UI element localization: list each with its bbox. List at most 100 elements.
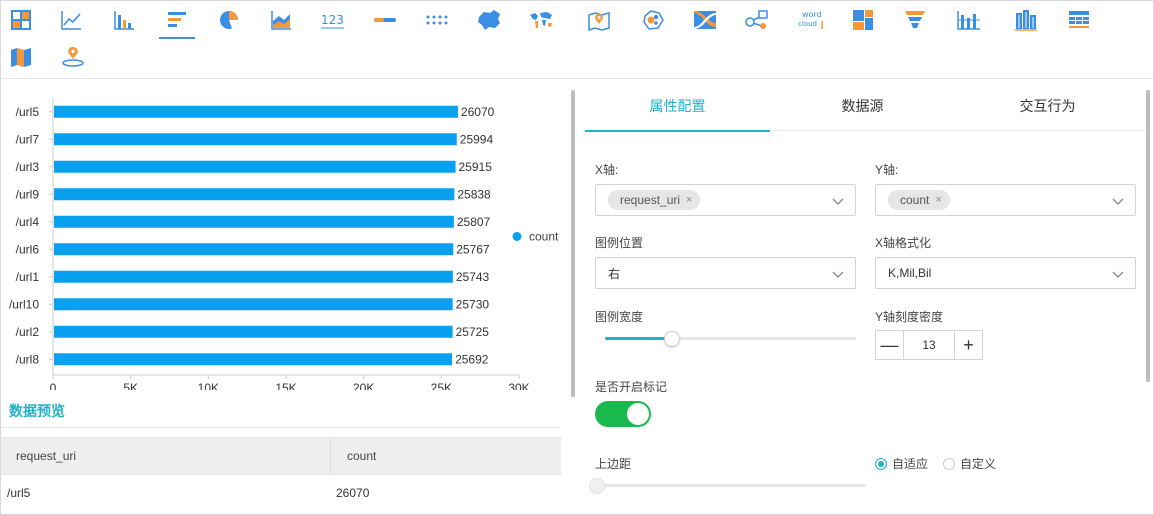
legend-position-label: 图例位置	[595, 236, 644, 250]
chevron-down-icon	[832, 198, 844, 205]
legend-position-value: 右	[608, 266, 621, 281]
table-icon[interactable]	[1, 2, 41, 38]
x-format-label: X轴格式化	[875, 236, 932, 250]
x-axis-select[interactable]: request_uri ×	[595, 184, 856, 216]
bar	[54, 298, 453, 311]
y-tick-label: /url7	[16, 132, 40, 146]
slider-handle[interactable]	[589, 478, 605, 494]
x-format-select[interactable]: K,Mil,Bil	[875, 257, 1136, 289]
dots-icon[interactable]	[417, 2, 457, 38]
slider-fill	[605, 337, 672, 340]
area-chart-icon[interactable]	[261, 2, 301, 38]
chevron-down-icon	[1112, 198, 1124, 205]
slider-handle[interactable]	[664, 331, 680, 347]
radio-auto[interactable]: 自适应	[875, 455, 928, 472]
bar	[54, 215, 454, 228]
radio-dot	[875, 457, 887, 470]
world-map-icon[interactable]	[521, 2, 561, 38]
data-label: 26070	[461, 105, 495, 119]
line-chart-icon[interactable]	[51, 2, 91, 38]
horizontal-bar-icon[interactable]	[157, 2, 197, 39]
svg-text:123: 123	[321, 13, 344, 27]
region-map-icon[interactable]	[1, 39, 41, 75]
decrement-button[interactable]: —	[876, 331, 903, 359]
bar	[54, 270, 453, 283]
y-tick-label: /url8	[16, 352, 40, 366]
y-tick-label: /url3	[16, 160, 40, 174]
radio-custom-label: 自定义	[960, 457, 997, 471]
left-scrollbar[interactable]	[571, 90, 575, 397]
flow-map-icon[interactable]	[685, 2, 725, 38]
marker-label: 是否开启标记	[595, 380, 668, 394]
x-tick-label: 20K	[353, 381, 374, 390]
data-label: 25915	[459, 160, 493, 174]
bar	[54, 160, 456, 173]
bar	[54, 325, 453, 338]
column-header-request-uri[interactable]: request_uri	[1, 438, 331, 474]
column-header-count[interactable]: count	[331, 438, 561, 474]
tab-data-source[interactable]: 数据源	[770, 80, 955, 131]
word-cloud-icon[interactable]: word cloud	[791, 2, 831, 38]
x-tick-label: 30K	[508, 381, 529, 390]
data-preview-title: 数据预览	[9, 403, 65, 419]
progress-icon[interactable]	[365, 2, 405, 38]
chart-type-toolbar: 123 word cloud	[1, 1, 1153, 79]
data-label: 25807	[457, 215, 491, 229]
y-axis-label: Y轴:	[875, 163, 899, 177]
legend-width-slider[interactable]	[605, 330, 856, 347]
data-label: 25730	[456, 297, 490, 311]
tab-properties[interactable]: 属性配置	[585, 80, 770, 132]
data-label: 25994	[460, 132, 494, 146]
chevron-down-icon	[1112, 271, 1124, 278]
toggle-knob	[627, 403, 649, 425]
bar-chart-icon[interactable]	[104, 2, 144, 38]
data-label: 25743	[456, 270, 490, 284]
data-label: 25725	[456, 325, 490, 339]
right-scrollbar[interactable]	[1146, 90, 1150, 382]
x-axis-tag: request_uri ×	[608, 190, 701, 210]
y-tick-label: /url5	[16, 105, 40, 119]
location-map-icon[interactable]	[579, 2, 619, 38]
legend-width-label: 图例宽度	[595, 310, 644, 324]
bar	[54, 243, 454, 256]
top-margin-label: 上边距	[595, 457, 632, 471]
radio-auto-label: 自适应	[892, 457, 929, 471]
chevron-down-icon	[832, 271, 844, 278]
y-tick-density-label: Y轴刻度密度	[875, 310, 944, 324]
legend-position-select[interactable]: 右	[595, 257, 856, 289]
config-panel: 属性配置 数据源 交互行为 X轴: request_uri × Y轴: coun…	[585, 80, 1145, 514]
pivot-table-icon[interactable]	[1059, 2, 1099, 38]
x-format-value: K,Mil,Bil	[888, 266, 932, 280]
close-icon[interactable]: ×	[686, 194, 692, 206]
horizontal-bar-chart: /url5 26070/url7 25994/url3 25915/url9 25838…	[9, 98, 559, 390]
funnel-icon[interactable]	[895, 2, 935, 38]
close-icon[interactable]: ×	[935, 194, 941, 206]
china-map-icon[interactable]	[469, 2, 509, 38]
preview-table-header: request_uri count	[1, 437, 561, 475]
top-margin-slider[interactable]	[589, 477, 866, 494]
x-axis-label: X轴:	[595, 163, 619, 177]
treemap-icon[interactable]	[843, 2, 883, 38]
table-cell: /url5	[7, 486, 31, 500]
building-icon[interactable]	[1006, 2, 1046, 38]
table-cell: 26070	[336, 486, 370, 500]
y-tick-label: /url10	[9, 297, 39, 311]
x-tick-label: 25K	[431, 381, 452, 390]
bubble-map-icon[interactable]	[633, 2, 673, 38]
bar-grid-icon[interactable]	[949, 2, 989, 38]
radio-custom[interactable]: 自定义	[943, 455, 996, 472]
pin-map-icon[interactable]	[53, 39, 93, 75]
relation-icon[interactable]	[737, 2, 777, 38]
tab-interaction[interactable]: 交互行为	[955, 80, 1140, 131]
table-row: /url5 26070	[1, 475, 561, 511]
increment-button[interactable]: +	[955, 331, 982, 359]
y-axis-select[interactable]: count ×	[875, 184, 1136, 216]
y-tick-density-value[interactable]: 13	[903, 331, 955, 359]
marker-toggle[interactable]	[595, 401, 651, 427]
x-tick-label: 5K	[123, 381, 138, 390]
number-icon[interactable]: 123	[313, 2, 353, 38]
bar	[54, 353, 453, 366]
bar	[54, 133, 457, 146]
y-tick-label: /url4	[16, 215, 40, 229]
pie-chart-icon[interactable]	[209, 2, 249, 38]
